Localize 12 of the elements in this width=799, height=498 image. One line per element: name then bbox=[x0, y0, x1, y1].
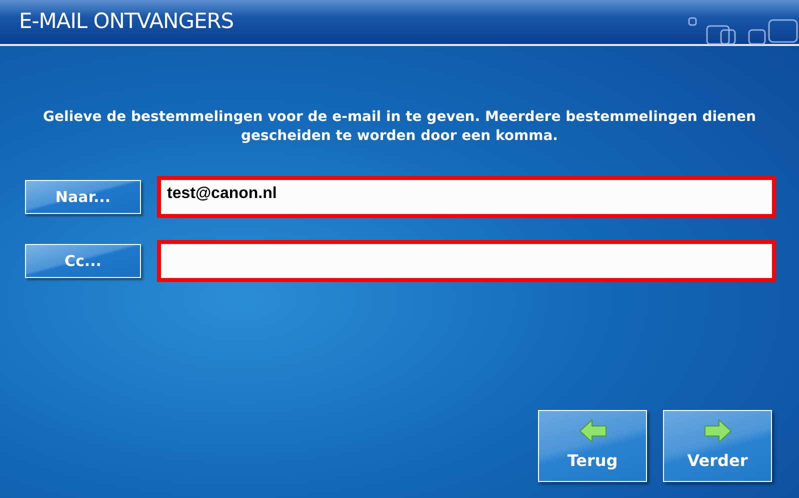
next-button[interactable]: Verder bbox=[663, 410, 772, 482]
email-field[interactable]: test@canon.nl bbox=[157, 176, 776, 218]
window-title: E-MAIL ONTVANGERS bbox=[19, 8, 234, 36]
left-arrow-icon bbox=[578, 419, 608, 443]
squares-decoration-icon bbox=[687, 16, 799, 46]
email-field[interactable] bbox=[157, 240, 776, 282]
recipient-button[interactable]: Naar... bbox=[25, 180, 141, 214]
right-arrow-icon bbox=[702, 419, 732, 443]
recipient-button[interactable]: Cc... bbox=[25, 244, 141, 278]
back-button[interactable]: Terug bbox=[538, 410, 647, 482]
field-value: test@canon.nl bbox=[167, 184, 277, 204]
instruction-text: Gelieve de bestemmelingen voor de e-mail in te geven. Meerdere bestemmelingen dienen gescheiden te worden door een komma. bbox=[42, 108, 757, 146]
